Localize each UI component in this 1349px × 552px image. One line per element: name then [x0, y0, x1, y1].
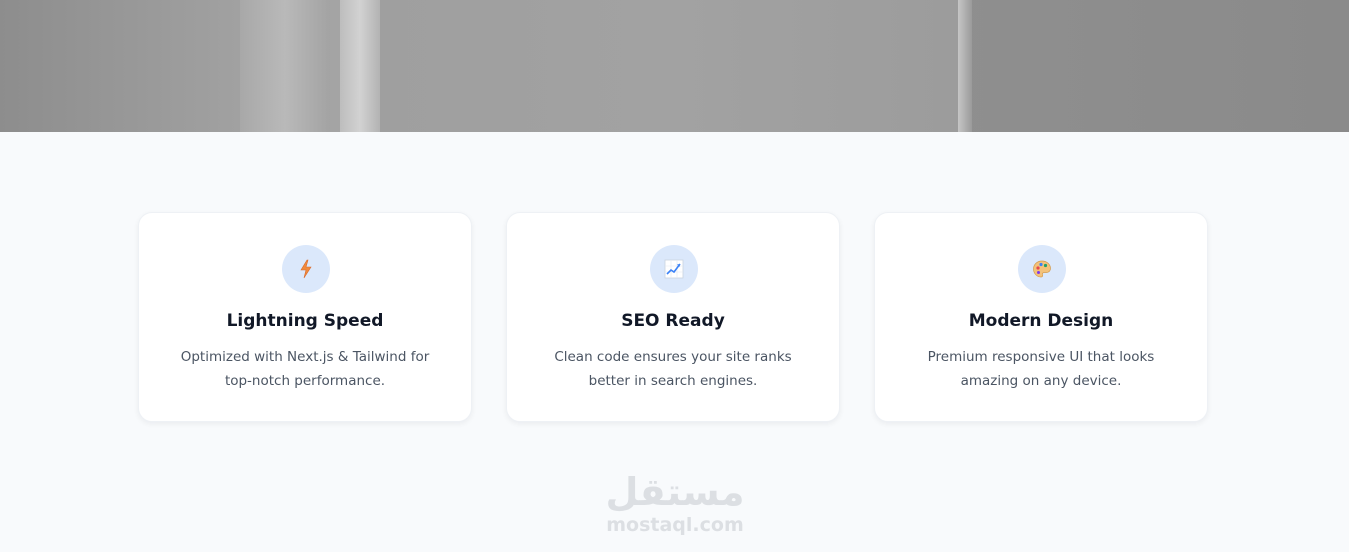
- feature-title: Modern Design: [968, 311, 1114, 331]
- feature-card-lightning-speed: Lightning Speed Optimized with Next.js &…: [138, 212, 472, 422]
- feature-description: Premium responsive UI that looks amazing…: [927, 349, 1155, 389]
- lightning-icon: [282, 245, 330, 293]
- feature-description: Optimized with Next.js & Tailwind for to…: [180, 349, 430, 389]
- feature-card-modern-design: Modern Design Premium responsive UI that…: [874, 212, 1208, 422]
- feature-card-seo-ready: SEO Ready Clean code ensures your site r…: [506, 212, 840, 422]
- hero-panel: [380, 0, 960, 132]
- feature-title: SEO Ready: [621, 311, 725, 331]
- hero-highlight: [340, 0, 380, 132]
- feature-title: Lightning Speed: [226, 311, 384, 331]
- feature-description: Clean code ensures your site ranks bette…: [554, 349, 792, 389]
- watermark-logo: مستقل mostaql.com: [590, 470, 760, 536]
- hero-shade: [240, 0, 330, 132]
- hero-image: [0, 0, 1349, 132]
- chart-icon: [650, 245, 698, 293]
- hero-edge: [958, 0, 972, 132]
- watermark-arabic: مستقل: [605, 470, 745, 514]
- palette-icon: [1018, 245, 1066, 293]
- watermark-latin: mostaql.com: [606, 514, 744, 536]
